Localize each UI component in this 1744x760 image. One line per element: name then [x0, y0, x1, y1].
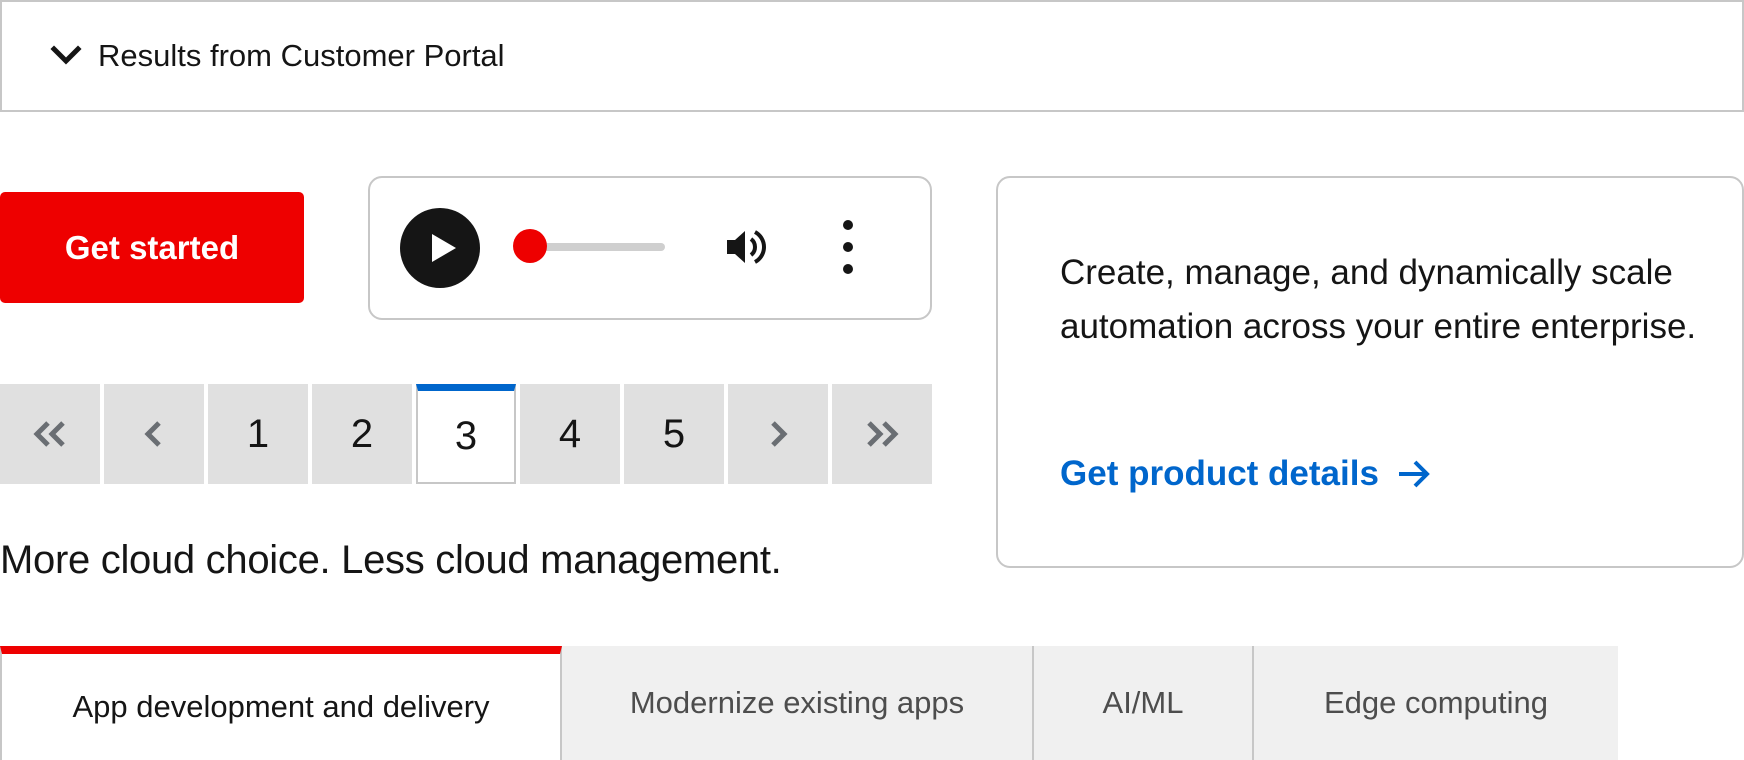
- page-button-4[interactable]: 4: [520, 384, 620, 484]
- audio-player: [368, 176, 932, 320]
- tab-label: App development and delivery: [72, 689, 490, 724]
- last-page-button[interactable]: [832, 384, 932, 484]
- tab-label: Edge computing: [1323, 685, 1549, 720]
- chevron-right-icon: [771, 421, 788, 447]
- arrow-right-icon: [1395, 457, 1433, 491]
- page-button-3[interactable]: 3: [416, 384, 516, 484]
- product-card: Create, manage, and dynamically scale au…: [996, 176, 1744, 568]
- page-button-5[interactable]: 5: [624, 384, 724, 484]
- get-product-details-link[interactable]: Get product details: [1060, 454, 1433, 494]
- accordion-title: Results from Customer Portal: [98, 38, 505, 73]
- chevron-left-icon: [144, 421, 161, 447]
- tab-edge-computing[interactable]: Edge computing: [1254, 646, 1618, 760]
- section-headline: More cloud choice. Less cloud management…: [0, 538, 782, 582]
- card-link-label: Get product details: [1060, 454, 1379, 493]
- play-icon: [432, 234, 456, 262]
- card-description: Create, manage, and dynamically scale au…: [1060, 253, 1697, 346]
- page-button-2[interactable]: 2: [312, 384, 412, 484]
- play-button[interactable]: [400, 208, 480, 288]
- volume-icon: [727, 230, 766, 264]
- volume-button[interactable]: [725, 226, 771, 268]
- first-page-button[interactable]: [0, 384, 100, 484]
- tab-ai-ml[interactable]: AI/ML: [1034, 646, 1254, 760]
- double-chevron-right-icon: [867, 421, 899, 447]
- tab-bar: App development and delivery Modernize e…: [0, 646, 1620, 760]
- more-options-button[interactable]: [840, 218, 856, 276]
- tab-label: Modernize existing apps: [629, 685, 965, 720]
- chevron-down-icon: [48, 38, 84, 74]
- double-chevron-left-icon: [33, 421, 65, 447]
- previous-page-button[interactable]: [104, 384, 204, 484]
- progress-knob[interactable]: [513, 229, 547, 263]
- next-page-button[interactable]: [728, 384, 828, 484]
- kebab-menu-icon: [843, 220, 853, 274]
- get-started-button[interactable]: Get started: [0, 192, 304, 303]
- tab-modernize-apps[interactable]: Modernize existing apps: [562, 646, 1034, 760]
- tab-label: AI/ML: [1102, 685, 1184, 720]
- pagination: 1 2 3 4 5: [0, 384, 932, 484]
- tab-app-development[interactable]: App development and delivery: [0, 646, 562, 760]
- accordion-toggle[interactable]: Results from Customer Portal: [0, 0, 1744, 112]
- page-button-1[interactable]: 1: [208, 384, 308, 484]
